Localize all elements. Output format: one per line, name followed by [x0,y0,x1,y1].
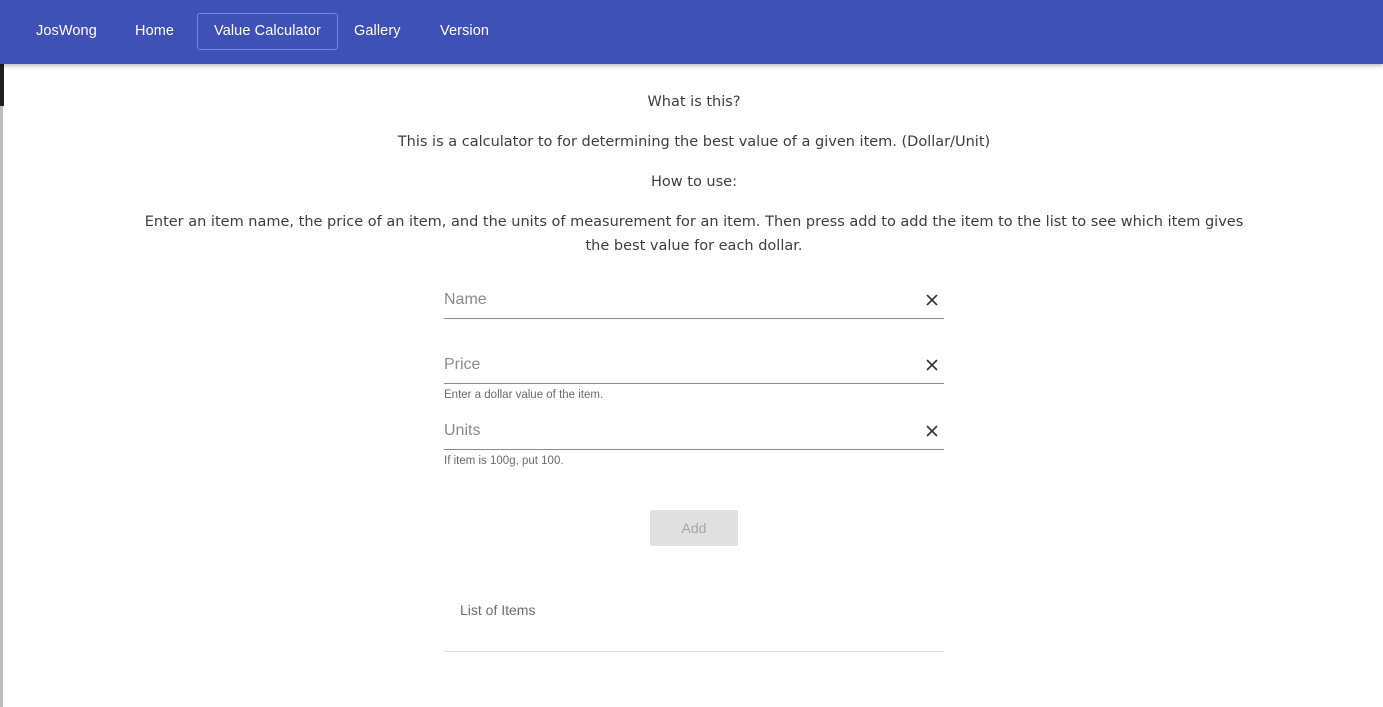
items-list: List of Items [444,586,944,652]
what-description: This is a calculator to for determining … [397,134,991,150]
units-input[interactable] [444,414,914,448]
close-icon[interactable] [924,292,940,308]
how-description: Enter an item name, the price of an item… [144,214,1244,254]
what-heading: What is this? [647,94,741,110]
name-input[interactable] [444,283,914,317]
price-input[interactable] [444,348,914,382]
page: JosWong Home Value Calculator Gallery Ve… [0,0,1383,707]
nav-item-home[interactable]: Home [119,13,190,50]
nav-item-value-calculator[interactable]: Value Calculator [197,13,338,50]
price-hint: Enter a dollar value of the item. [444,389,604,401]
add-button[interactable]: Add [650,510,738,546]
close-icon[interactable] [924,357,940,373]
list-header: List of Items [460,602,536,618]
units-field [444,414,944,450]
name-field [444,283,944,319]
price-field [444,348,944,384]
close-icon[interactable] [924,423,940,439]
nav-brand-link[interactable]: JosWong [20,13,113,50]
nav-item-version[interactable]: Version [424,13,505,50]
main-content: What is this? This is a calculator to fo… [0,64,1383,707]
units-hint: If item is 100g, put 100. [444,455,564,467]
how-heading: How to use: [651,174,737,190]
nav-item-gallery[interactable]: Gallery [338,13,417,50]
top-navbar: JosWong Home Value Calculator Gallery Ve… [0,0,1383,64]
